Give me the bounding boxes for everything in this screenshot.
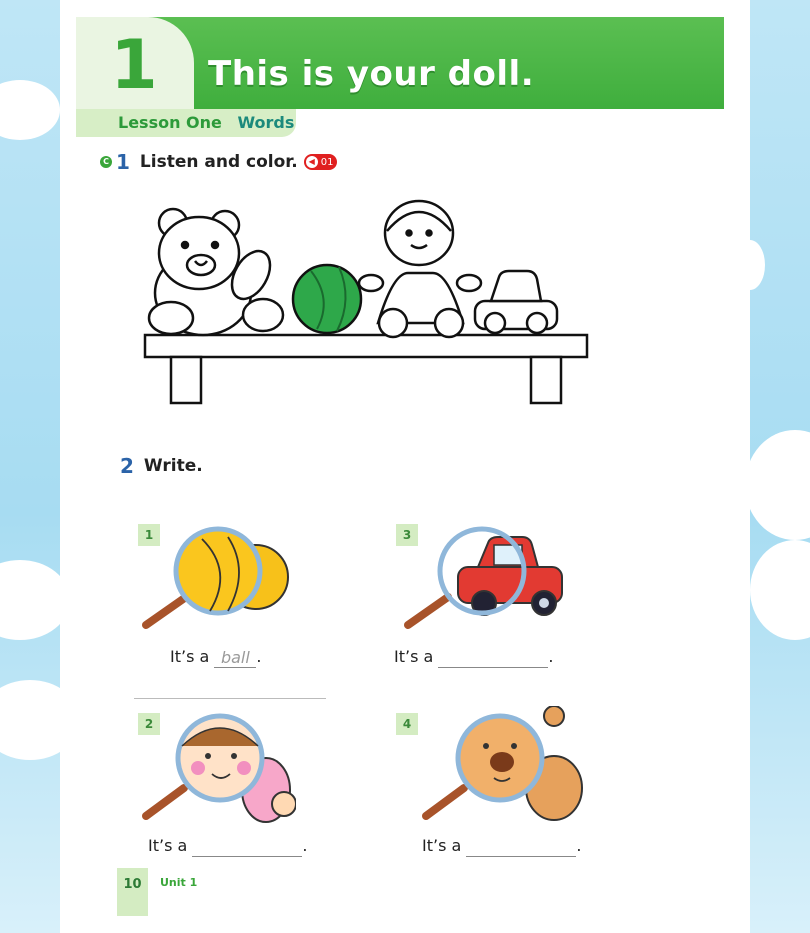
lesson-bar: Lesson One Words bbox=[76, 109, 296, 137]
footer-unit-label: Unit 1 bbox=[160, 876, 198, 889]
item-4-number: 4 bbox=[396, 713, 418, 735]
audio-track-button[interactable]: ◀ 01 bbox=[303, 154, 338, 170]
item-1-sentence: It’s a ball. bbox=[170, 646, 262, 668]
magnified-ball-picture bbox=[142, 526, 289, 629]
item-4-sentence: It’s a . bbox=[422, 835, 582, 857]
item-4-prefix: It’s a bbox=[422, 836, 462, 855]
ball-colored-green bbox=[291, 263, 363, 335]
section-1-number: 1 bbox=[116, 150, 130, 174]
item-3-answer-field[interactable] bbox=[438, 647, 549, 668]
shelf-top bbox=[143, 333, 589, 359]
page-number: 10 bbox=[117, 868, 148, 916]
item-2-sentence: It’s a . bbox=[148, 835, 308, 857]
cloud-right-low bbox=[750, 540, 810, 640]
item-3-suffix: . bbox=[548, 647, 554, 666]
shelf-leg-right bbox=[529, 355, 563, 405]
item-3-prefix: It’s a bbox=[394, 647, 434, 666]
cloud-left-top bbox=[0, 80, 60, 140]
item-2-prefix: It’s a bbox=[148, 836, 188, 855]
item-1-suffix: . bbox=[256, 647, 262, 666]
item-1-prefix: It’s a bbox=[170, 647, 210, 666]
row-divider bbox=[134, 698, 326, 699]
item-4-suffix: . bbox=[576, 836, 582, 855]
section-1-heading: C 1 Listen and color. ◀ 01 bbox=[100, 150, 338, 174]
magnified-teddy-bear-picture bbox=[422, 706, 583, 821]
shelf-leg-left bbox=[169, 355, 203, 405]
item-3-sentence: It’s a . bbox=[394, 646, 554, 668]
workbook-page: 1 This is your doll. Lesson One Words C … bbox=[60, 0, 750, 933]
section-2-heading: 2 Write. bbox=[116, 454, 203, 478]
item-2-answer-field[interactable] bbox=[192, 836, 303, 857]
page-title: This is your doll. bbox=[208, 54, 535, 94]
unit-number: 1 bbox=[110, 26, 158, 105]
lesson-part-label: Words bbox=[237, 113, 295, 132]
car-outline bbox=[473, 269, 559, 335]
audio-track-number: 01 bbox=[320, 156, 334, 168]
teddy-bear-outline bbox=[147, 207, 285, 337]
item-4-answer-field[interactable] bbox=[466, 836, 577, 857]
item-2-suffix: . bbox=[302, 836, 308, 855]
doll-outline bbox=[357, 199, 483, 339]
item-1-answer-field[interactable]: ball bbox=[214, 647, 257, 668]
cloud-right-mid bbox=[745, 430, 810, 540]
toy-shelf-coloring-scene[interactable] bbox=[103, 183, 603, 411]
section-2-instruction: Write. bbox=[143, 456, 203, 476]
cd-icon: C bbox=[100, 156, 112, 168]
magnified-doll-picture bbox=[142, 713, 296, 823]
section-1-instruction: Listen and color. bbox=[139, 152, 298, 172]
magnified-car-picture bbox=[404, 526, 563, 629]
section-2-number: 2 bbox=[120, 454, 134, 478]
speaker-icon: ◀ bbox=[305, 156, 318, 168]
lesson-label: Lesson One bbox=[118, 113, 222, 132]
